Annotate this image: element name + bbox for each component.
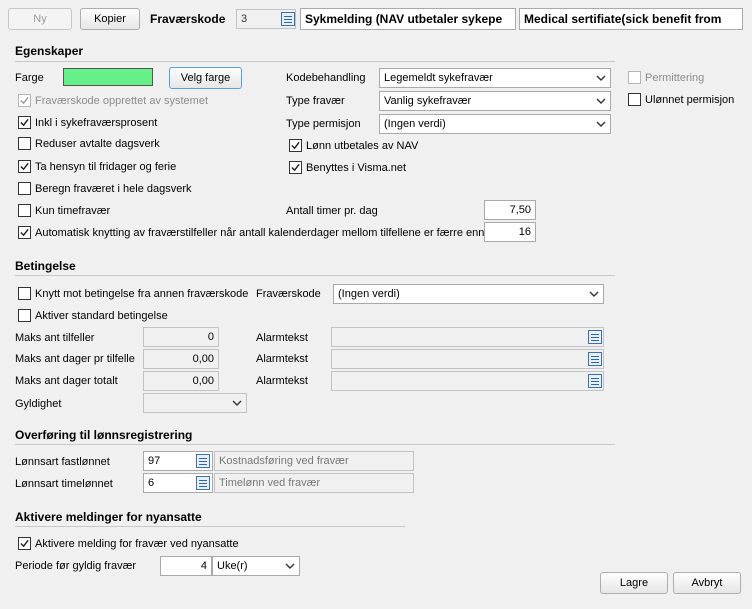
alarm-text-input-3 bbox=[331, 371, 604, 391]
absence-type-label: Type fravær bbox=[286, 95, 345, 107]
leave-type-label: Type permisjon bbox=[286, 118, 361, 130]
color-swatch bbox=[63, 68, 153, 86]
layoff-checkbox: Permittering bbox=[628, 71, 704, 84]
transfer-divider bbox=[15, 444, 615, 445]
name-english-input[interactable]: Medical sertifiate(sick benefit from bbox=[519, 8, 743, 30]
chevron-down-icon bbox=[596, 119, 606, 129]
properties-heading: Egenskaper bbox=[15, 44, 84, 58]
choose-color-button[interactable]: Velg farge bbox=[169, 67, 242, 89]
chevron-down-icon bbox=[589, 289, 599, 299]
code-handling-select[interactable]: Legemeldt sykefravær bbox=[379, 68, 611, 88]
max-days-per-case-label: Maks ant dager pr tilfelle bbox=[15, 353, 135, 365]
unpaid-leave-checkbox[interactable]: Ulønnet permisjon bbox=[628, 93, 734, 106]
hourly-wage-lookup-icon[interactable] bbox=[196, 476, 210, 490]
consider-holidays-checkbox[interactable]: Ta hensyn til fridager og ferie bbox=[18, 160, 176, 173]
chevron-down-icon bbox=[285, 561, 295, 571]
condition-code-label: Fraværskode bbox=[256, 288, 321, 300]
fixed-wage-type-label: Lønnsart fastlønnet bbox=[15, 456, 110, 468]
alarm-lookup-icon-1[interactable] bbox=[588, 330, 602, 344]
include-sick-percent-checkbox[interactable]: Inkl i sykefraværsprosent bbox=[18, 116, 157, 129]
save-button[interactable]: Lagre bbox=[600, 572, 668, 594]
properties-divider bbox=[15, 61, 615, 62]
alarm-lookup-icon-3[interactable] bbox=[588, 374, 602, 388]
hourly-wage-type-label: Lønnsart timelønnet bbox=[15, 478, 113, 490]
calculate-whole-days-checkbox[interactable]: Beregn fraværet i hele dagsverk bbox=[18, 182, 192, 195]
absence-type-select[interactable]: Vanlig sykefravær bbox=[379, 91, 611, 111]
hourly-only-checkbox[interactable]: Kun timefravær bbox=[18, 204, 110, 217]
fixed-wage-description: Kostnadsføring ved fravær bbox=[214, 451, 414, 471]
leave-type-select[interactable]: (Ingen verdi) bbox=[379, 114, 611, 134]
new-employees-heading: Aktivere meldinger for nyansatte bbox=[15, 510, 202, 524]
hours-per-day-label: Antall timer pr. dag bbox=[286, 205, 378, 217]
max-days-total-input: 0,00 bbox=[143, 371, 219, 391]
name-norwegian-input[interactable]: Sykmelding (NAV utbetaler sykepe bbox=[300, 8, 516, 30]
condition-divider bbox=[15, 275, 615, 276]
max-cases-input: 0 bbox=[143, 327, 219, 347]
new-button[interactable]: Ny bbox=[8, 8, 72, 30]
activate-standard-condition-checkbox[interactable]: Aktiver standard betingelse bbox=[18, 309, 168, 322]
max-days-per-case-input: 0,00 bbox=[143, 349, 219, 369]
fixed-wage-lookup-icon[interactable] bbox=[196, 454, 210, 468]
code-handling-label: Kodebehandling bbox=[286, 72, 366, 84]
auto-link-days-input[interactable]: 16 bbox=[484, 222, 536, 242]
validity-select bbox=[143, 393, 247, 413]
salary-paid-by-nav-checkbox[interactable]: Lønn utbetales av NAV bbox=[289, 139, 418, 152]
alarm-text-label-1: Alarmtekst bbox=[256, 332, 308, 344]
activate-message-checkbox[interactable]: Aktivere melding for fravær ved nyansatt… bbox=[18, 537, 239, 550]
transfer-heading: Overføring til lønnsregistrering bbox=[15, 428, 193, 442]
cancel-button[interactable]: Avbryt bbox=[673, 572, 741, 594]
hours-per-day-input[interactable]: 7,50 bbox=[484, 200, 536, 220]
link-condition-checkbox[interactable]: Knytt mot betingelse fra annen fraværsko… bbox=[18, 287, 248, 300]
validity-label: Gyldighet bbox=[15, 398, 62, 410]
used-in-visma-checkbox[interactable]: Benyttes i Visma.net bbox=[289, 161, 406, 174]
max-days-total-label: Maks ant dager totalt bbox=[15, 375, 118, 387]
auto-link-checkbox[interactable]: Automatisk knytting av fraværstilfeller … bbox=[18, 226, 484, 239]
chevron-down-icon bbox=[232, 398, 242, 408]
copy-button[interactable]: Kopier bbox=[80, 8, 140, 30]
alarm-text-label-3: Alarmtekst bbox=[256, 375, 308, 387]
period-label: Periode før gyldig fravær bbox=[15, 560, 137, 572]
alarm-lookup-icon-2[interactable] bbox=[588, 352, 602, 366]
code-lookup-icon[interactable] bbox=[281, 12, 295, 26]
chevron-down-icon bbox=[596, 96, 606, 106]
reduce-workdays-checkbox[interactable]: Reduser avtalte dagsverk bbox=[18, 137, 160, 150]
chevron-down-icon bbox=[596, 73, 606, 83]
max-cases-label: Maks ant tilfeller bbox=[15, 332, 95, 344]
hourly-wage-description: Timelønn ved fravær bbox=[214, 473, 414, 493]
system-created-checkbox: Fraværskode opprettet av systemet bbox=[18, 94, 208, 107]
alarm-text-input-1 bbox=[331, 327, 604, 347]
condition-heading: Betingelse bbox=[15, 259, 76, 273]
alarm-text-label-2: Alarmtekst bbox=[256, 353, 308, 365]
period-input[interactable]: 4 bbox=[160, 556, 212, 576]
new-employees-divider bbox=[15, 526, 405, 527]
color-label: Farge bbox=[15, 72, 44, 84]
absence-code-label: Fraværskode bbox=[150, 12, 226, 26]
period-unit-select[interactable]: Uke(r) bbox=[212, 556, 300, 576]
alarm-text-input-2 bbox=[331, 349, 604, 369]
condition-code-select[interactable]: (Ingen verdi) bbox=[333, 284, 604, 304]
